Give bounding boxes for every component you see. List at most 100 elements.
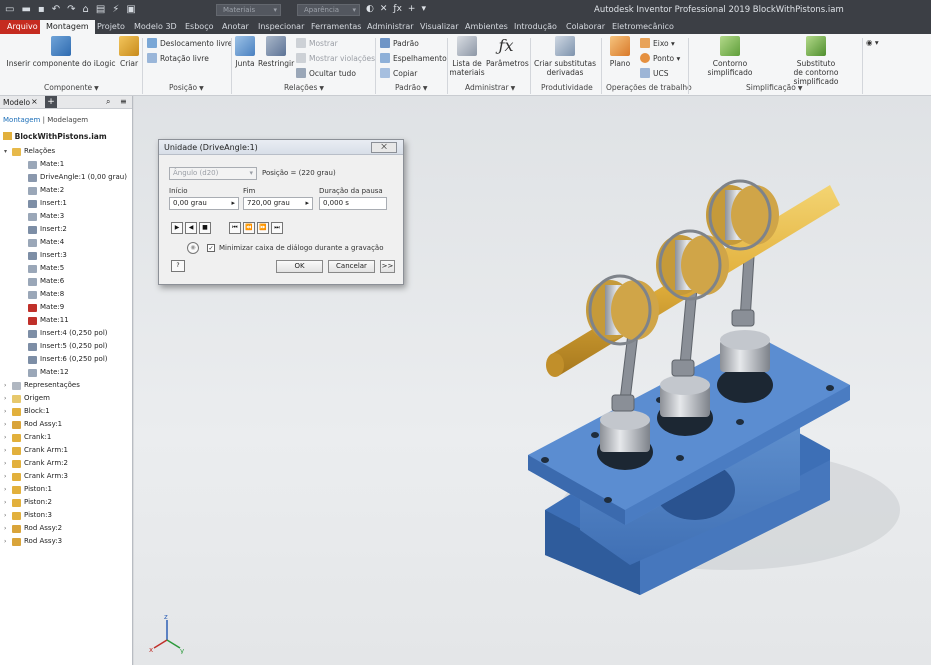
end-input[interactable]: 720,00 grau ▸ xyxy=(243,197,313,210)
tree-node[interactable]: › Crank Arm:3 xyxy=(0,470,133,483)
tree-node[interactable]: › Crank Arm:2 xyxy=(0,457,133,470)
cancel-button[interactable]: Cancelar xyxy=(328,260,375,273)
save-icon[interactable]: ▪ xyxy=(38,4,45,15)
menu-icon[interactable]: ≡ xyxy=(120,97,127,106)
plus-icon[interactable]: + xyxy=(408,4,416,14)
chevron-right-icon[interactable]: › xyxy=(4,418,6,431)
search-icon[interactable]: ⌕ xyxy=(106,97,110,107)
tree-node[interactable]: Mate:3 xyxy=(0,210,133,223)
panel-label-componente[interactable]: Componente ▼ xyxy=(44,83,99,92)
shrinkwrap-substitute-button[interactable]: Substituto de contorno simplificado xyxy=(771,36,861,86)
clear-icon[interactable]: ✕ xyxy=(380,4,388,14)
chevron-down-icon[interactable]: ▾ xyxy=(4,145,7,158)
properties-icon[interactable]: ▣ xyxy=(126,4,135,15)
plane-button[interactable]: Plano xyxy=(605,36,635,68)
mirror-button[interactable]: Espelhamento xyxy=(380,53,447,64)
tab-visualizar[interactable]: Visualizar xyxy=(420,20,459,34)
chevron-right-icon[interactable]: › xyxy=(4,496,6,509)
panel-label-administrar[interactable]: Administrar ▼ xyxy=(465,83,515,92)
materials-select[interactable]: Materiais xyxy=(216,4,281,16)
shrinkwrap-button[interactable]: Contorno simplificado xyxy=(690,36,770,77)
free-move-button[interactable]: Deslocamento livre xyxy=(147,38,232,49)
dialog-title[interactable]: Unidade (DriveAngle:1) xyxy=(159,140,403,155)
tree-node[interactable]: › Rod Assy:3 xyxy=(0,535,133,548)
tree-node[interactable]: › Representações xyxy=(0,379,133,392)
play-reverse-button[interactable]: ◀ xyxy=(185,222,197,234)
tree-node[interactable]: Mate:5 xyxy=(0,262,133,275)
show-violations-button[interactable]: Mostrar violações xyxy=(296,53,375,64)
tree-node[interactable]: Mate:6 xyxy=(0,275,133,288)
tab-inspecionar[interactable]: Inspecionar xyxy=(258,20,304,34)
undo-icon[interactable]: ↶ xyxy=(52,4,60,15)
mode-modelagem[interactable]: Modelagem xyxy=(47,116,88,124)
open-icon[interactable]: ▬ xyxy=(21,4,30,15)
tree-node[interactable]: › Piston:3 xyxy=(0,509,133,522)
chevron-right-icon[interactable]: › xyxy=(4,522,6,535)
bom-button[interactable]: Lista de materiais xyxy=(449,36,485,77)
browser-tab-modelo[interactable]: Modelo xyxy=(3,98,30,107)
parameters-button[interactable]: ƒx Parâmetros xyxy=(486,36,529,68)
browser-close-icon[interactable]: × xyxy=(31,97,38,106)
dialog-close-button[interactable]: ⨉ xyxy=(371,142,397,153)
chevron-right-icon[interactable]: › xyxy=(4,431,6,444)
tree-node[interactable]: › Crank:1 xyxy=(0,431,133,444)
tree-node[interactable]: Mate:8 xyxy=(0,288,133,301)
derived-substitutes-button[interactable]: Criar substitutas derivadas xyxy=(534,36,596,77)
minimize-checkbox[interactable]: ✓ xyxy=(207,244,215,252)
redo-icon[interactable]: ↷ xyxy=(67,4,75,15)
tab-ambientes[interactable]: Ambientes xyxy=(465,20,508,34)
stop-button[interactable]: ■ xyxy=(199,222,211,234)
adjust-icon[interactable]: ◐ xyxy=(366,4,374,14)
mode-montagem[interactable]: Montagem xyxy=(3,116,40,124)
tab-anotar[interactable]: Anotar xyxy=(222,20,249,34)
tree-root[interactable]: BlockWithPistons.iam xyxy=(3,132,107,141)
chevron-right-icon[interactable]: › xyxy=(4,535,6,548)
chevron-right-icon[interactable]: › xyxy=(4,444,6,457)
tree-node[interactable]: › Block:1 xyxy=(0,405,133,418)
create-button[interactable]: Criar xyxy=(117,36,141,68)
joint-button[interactable]: Junta xyxy=(233,36,257,68)
tab-colaborar[interactable]: Colaborar xyxy=(566,20,605,34)
tree-node[interactable]: Insert:6 (0,250 pol) xyxy=(0,353,133,366)
expand-button[interactable]: >> xyxy=(380,260,395,273)
hide-all-button[interactable]: Ocultar tudo xyxy=(296,68,356,79)
chevron-right-icon[interactable]: › xyxy=(4,470,6,483)
tree-node[interactable]: Mate:9 xyxy=(0,301,133,314)
tab-eletromecanico[interactable]: Eletromecânico xyxy=(612,20,674,34)
update-icon[interactable]: ⚡ xyxy=(112,4,119,15)
chevron-right-icon[interactable]: › xyxy=(4,457,6,470)
step-back-button[interactable]: ⏪ xyxy=(243,222,255,234)
pause-input[interactable]: 0,000 s xyxy=(319,197,387,210)
panel-label-posicao[interactable]: Posição ▼ xyxy=(169,83,204,92)
tree-node[interactable]: Insert:4 (0,250 pol) xyxy=(0,327,133,340)
start-input[interactable]: 0,00 grau ▸ xyxy=(169,197,239,210)
chevron-right-icon[interactable]: › xyxy=(4,405,6,418)
tree-node[interactable]: Mate:12 xyxy=(0,366,133,379)
copy-button[interactable]: Copiar xyxy=(380,68,417,79)
tree-node[interactable]: Mate:4 xyxy=(0,236,133,249)
panel-label-produtividade[interactable]: Produtividade xyxy=(541,83,593,92)
tab-projeto[interactable]: Projeto xyxy=(97,20,125,34)
go-start-button[interactable]: ⏮ xyxy=(229,222,241,234)
panel-label-padrao[interactable]: Padrão ▼ xyxy=(395,83,427,92)
tree-node[interactable]: Insert:5 (0,250 pol) xyxy=(0,340,133,353)
browser-add-icon[interactable]: + xyxy=(45,96,57,108)
appearance-select[interactable]: Aparência xyxy=(297,4,360,16)
tree-node[interactable]: ▾ Relações xyxy=(0,145,133,158)
tab-esboco[interactable]: Esboço xyxy=(185,20,214,34)
chevron-right-icon[interactable]: › xyxy=(4,509,6,522)
tree-node[interactable]: Insert:1 xyxy=(0,197,133,210)
free-rotate-button[interactable]: Rotação livre xyxy=(147,53,209,64)
go-end-button[interactable]: ⏭ xyxy=(271,222,283,234)
step-forward-button[interactable]: ⏩ xyxy=(257,222,269,234)
tree-node[interactable]: Mate:1 xyxy=(0,158,133,171)
panel-label-operacoes[interactable]: Operações de trabalho xyxy=(606,83,692,92)
assembly-model[interactable] xyxy=(500,160,900,600)
tree-node[interactable]: Mate:11 xyxy=(0,314,133,327)
tab-montagem[interactable]: Montagem xyxy=(40,20,95,34)
new-icon[interactable]: ▭ xyxy=(5,4,14,15)
formula-icon[interactable]: ƒx xyxy=(393,4,402,14)
ok-button[interactable]: OK xyxy=(276,260,323,273)
axis-button[interactable]: Eixo ▾ xyxy=(640,38,675,49)
point-button[interactable]: Ponto ▾ xyxy=(640,53,680,64)
